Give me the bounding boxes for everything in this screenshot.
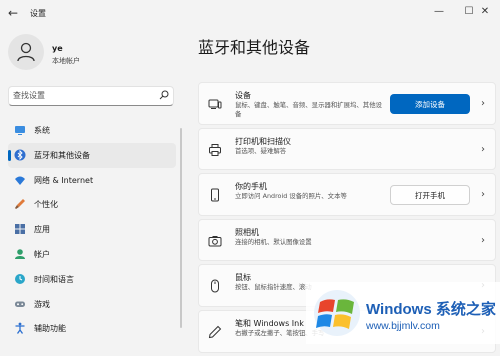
chevron-right-icon: › xyxy=(481,234,485,246)
watermark-url: www.bjjmlv.com xyxy=(366,320,440,332)
back-arrow-icon[interactable]: ← xyxy=(8,6,18,20)
open-phone-button[interactable]: 打开手机 xyxy=(390,185,470,206)
camera-icon xyxy=(208,235,222,247)
card-subtitle: 首选项、疑难解答 xyxy=(235,146,287,155)
card-subtitle: 连接的相机、默认图像设置 xyxy=(235,237,312,246)
sidebar-item-label: 游戏 xyxy=(34,299,50,309)
card-camera[interactable]: 照相机 连接的相机、默认图像设置 › xyxy=(198,218,496,262)
sidebar-item-apps[interactable]: 应用 xyxy=(8,217,176,242)
card-title: 你的手机 xyxy=(235,182,267,192)
card-title: 照相机 xyxy=(235,227,259,237)
sidebar-item-label: 个性化 xyxy=(34,200,58,210)
printer-icon xyxy=(209,143,221,156)
sidebar-item-accessibility[interactable]: 辅助功能 xyxy=(8,316,176,341)
devices-icon xyxy=(208,99,222,109)
card-subtitle: 鼠标、键盘、触笔、音频、显示器和扩展坞、其他设备 xyxy=(235,101,382,118)
pen-icon xyxy=(208,325,222,339)
mouse-icon xyxy=(211,279,219,293)
sidebar-scrollbar[interactable] xyxy=(180,128,182,328)
close-button[interactable]: ✕ xyxy=(470,3,500,21)
person-icon xyxy=(17,42,35,62)
sidebar-item-network[interactable]: 网络 & Internet xyxy=(8,168,176,193)
chevron-right-icon: › xyxy=(481,98,485,109)
account-header[interactable]: ye 本地帐户 xyxy=(8,34,188,74)
card-title: 设备 xyxy=(235,91,251,100)
sidebar-item-label: 应用 xyxy=(34,225,50,235)
chevron-right-icon: › xyxy=(481,143,485,155)
card-title: 笔和 Windows Ink xyxy=(235,318,304,328)
windows-logo-icon xyxy=(314,290,360,336)
card-devices[interactable]: 设备 鼠标、键盘、触笔、音频、显示器和扩展坞、其他设备 添加设备 › xyxy=(198,82,496,125)
avatar xyxy=(8,34,44,70)
person-icon xyxy=(15,249,25,259)
sidebar-item-system[interactable]: 系统 xyxy=(8,118,176,143)
sidebar-item-label: 网络 & Internet xyxy=(34,175,94,185)
add-device-button[interactable]: 添加设备 xyxy=(390,94,470,114)
watermark-brand-en: Windows xyxy=(366,301,432,318)
monitor-icon xyxy=(15,126,25,135)
account-name: ye xyxy=(52,44,63,53)
wifi-icon xyxy=(15,176,25,185)
apps-icon xyxy=(15,224,25,235)
search-input[interactable] xyxy=(13,88,153,102)
title-bar: ← 设置 — ☐ ✕ xyxy=(0,0,500,28)
watermark-brand: Windows 系统之家 xyxy=(366,298,496,319)
sidebar-item-label: 系统 xyxy=(34,126,50,135)
watermark: Windows 系统之家 www.bjjmlv.com xyxy=(306,282,500,344)
card-your-phone[interactable]: 你的手机 立即访问 Android 设备的照片、文本等 打开手机 › xyxy=(198,173,496,216)
active-indicator xyxy=(8,149,11,161)
sidebar-item-label: 时间和语言 xyxy=(34,274,74,284)
sidebar-item-personalization[interactable]: 个性化 xyxy=(8,192,176,217)
card-title: 打印机和扫描仪 xyxy=(235,136,291,146)
brush-icon xyxy=(15,199,25,210)
sidebar-item-gaming[interactable]: 游戏 xyxy=(8,292,176,317)
sidebar-item-time-language[interactable]: 时间和语言 xyxy=(8,267,176,292)
chevron-right-icon: › xyxy=(481,189,485,201)
watermark-brand-cn: 系统之家 xyxy=(435,301,496,318)
minimize-button[interactable]: — xyxy=(424,3,454,21)
sidebar-item-label: 辅助功能 xyxy=(34,324,66,334)
phone-icon xyxy=(211,188,219,202)
window-title: 设置 xyxy=(30,9,46,18)
card-subtitle: 立即访问 Android 设备的照片、文本等 xyxy=(235,192,347,201)
globe-clock-icon xyxy=(15,273,25,284)
card-printers-scanners[interactable]: 打印机和扫描仪 首选项、疑难解答 › xyxy=(198,127,496,171)
gamepad-icon xyxy=(15,301,25,307)
search-icon xyxy=(159,90,169,100)
sidebar-nav: 系统 蓝牙和其他设备 网络 & Internet 个性化 应用 帐户 时间和语言… xyxy=(8,118,176,341)
search-box[interactable] xyxy=(8,86,174,106)
account-type: 本地帐户 xyxy=(52,57,80,65)
sidebar-item-bluetooth[interactable]: 蓝牙和其他设备 xyxy=(8,142,176,168)
card-title: 鼠标 xyxy=(235,273,251,283)
page-title: 蓝牙和其他设备 xyxy=(198,38,311,57)
sidebar-item-label: 帐户 xyxy=(34,249,50,259)
sidebar-item-accounts[interactable]: 帐户 xyxy=(8,242,176,267)
bluetooth-icon xyxy=(14,149,26,161)
sidebar-item-label: 蓝牙和其他设备 xyxy=(34,150,90,160)
accessibility-icon xyxy=(15,322,25,335)
